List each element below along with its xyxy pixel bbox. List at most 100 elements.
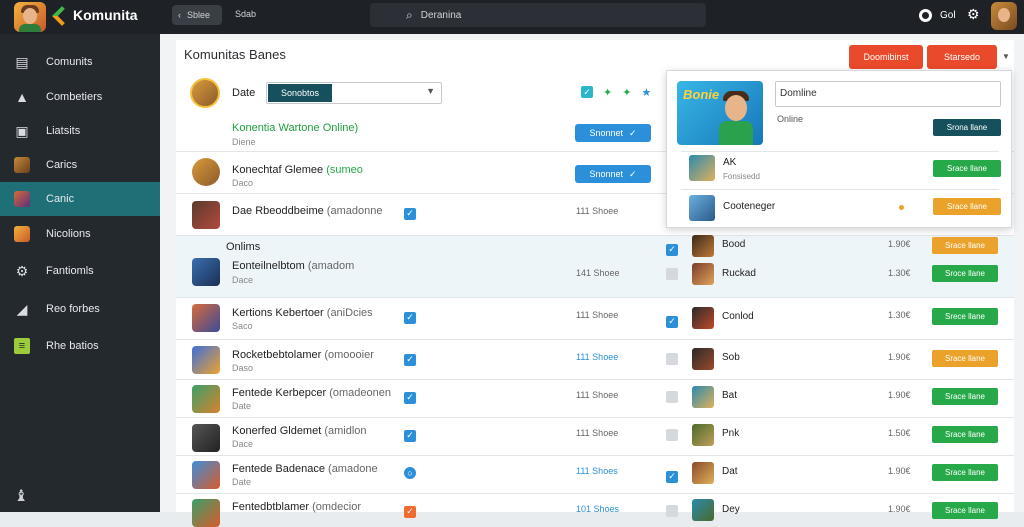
row-checkbox-2[interactable] (666, 352, 678, 370)
popup-item-button[interactable]: Srace llane (933, 160, 1001, 177)
help-icon[interactable]: ♝ (14, 486, 28, 506)
row-action-button[interactable]: Srece llane (932, 308, 998, 325)
sidebar-item-canic[interactable]: Canic (0, 182, 160, 216)
user-avatar[interactable] (991, 2, 1017, 30)
row-checkbox-2[interactable]: ✓ (666, 311, 678, 329)
row-action-button[interactable]: Sroce llane (932, 265, 998, 282)
brand-name: Komunita (73, 7, 138, 23)
popup-item-button[interactable]: Srace llane (933, 198, 1001, 215)
table-row[interactable]: Fentedbtblamer (omdecior ✓ 101 Shoes Dey… (176, 494, 1014, 527)
calendar-icon: ▣ (15, 122, 29, 139)
item-name: Conlod (722, 311, 754, 322)
row-title-text: Fentede Badenace (232, 463, 325, 475)
row-checkbox-2[interactable] (666, 390, 678, 408)
list-icon: ≡ (14, 338, 30, 354)
row-checkbox[interactable]: ○ (404, 463, 416, 481)
row-title-sub: (amidlon (324, 425, 367, 437)
row-checkbox-2[interactable] (666, 504, 678, 522)
row-checkbox-2[interactable]: ✓ (666, 466, 678, 484)
filter-avatar[interactable] (190, 78, 220, 108)
item-name: Dey (722, 504, 740, 515)
item-art-icon (692, 348, 714, 370)
game-art-icon (14, 157, 30, 173)
row-checkbox[interactable]: ✓ (404, 349, 416, 367)
sidebar-item-fantiomls[interactable]: ⚙ Fantiomls (0, 254, 160, 288)
row-checkbox[interactable]: ✓ (404, 203, 416, 221)
secondary-button[interactable]: Starsedo (927, 45, 997, 69)
star-icon[interactable]: ✦ (603, 86, 612, 99)
row-title-text: Konechtaf Glemee (232, 164, 324, 176)
search-input[interactable]: ⌕ Deranina (370, 3, 706, 27)
item-art-icon (692, 263, 714, 285)
row-title: Fentedbtblamer (omdecior (232, 501, 361, 513)
popup-name-field[interactable]: Domline (775, 81, 1001, 107)
game-art-icon (192, 424, 220, 452)
row-title-text: Kertions Kebertoer (232, 307, 324, 319)
sidebar-item-nicolions[interactable]: Nicolions (0, 217, 160, 251)
row-action-button[interactable]: Srace llane (932, 350, 998, 367)
check-icon[interactable]: ✓ (581, 86, 593, 98)
row-action-button[interactable]: Srace llane (932, 388, 998, 405)
row-checkbox[interactable]: ✓ (404, 387, 416, 405)
sidebar-item-carics[interactable]: Carics (0, 148, 160, 182)
row-meta: Date (232, 401, 252, 411)
sidebar-item-rhe-batios[interactable]: ≡ Rhe batios (0, 329, 160, 363)
row-action-button[interactable]: Srace llane (932, 237, 998, 254)
table-row[interactable]: Konerfed Gldemet (amidlon Dace ✓ 111 Sho… (176, 418, 1014, 456)
table-row[interactable]: Rocketbebtolamer (omoooier Daso ✓ 111 Sh… (176, 340, 1014, 380)
primary-button[interactable]: Doomibinst (849, 45, 923, 69)
app-logo-icon[interactable] (14, 2, 46, 32)
sidebar-item-comunits[interactable]: ▤ Comunits (0, 45, 160, 79)
item-art-icon (689, 155, 715, 181)
search-icon: ⌕ (406, 7, 413, 22)
status-pill[interactable]: Snonnet ✓ (575, 124, 651, 142)
sidebar-item-combetiers[interactable]: ▲ Combetiers (0, 80, 160, 114)
status-pill[interactable]: Snonnet ✓ (575, 165, 651, 183)
back-label: Sblee (187, 10, 211, 20)
row-checkbox[interactable]: ✓ (404, 425, 416, 443)
item-art-icon (692, 499, 714, 521)
sidebar-item-liatsits[interactable]: ▣ Liatsits (0, 114, 160, 148)
row-title: Kertions Kebertoer (aniDcies (232, 307, 373, 319)
item-name: Ruckad (722, 268, 756, 279)
home-link[interactable]: Sdab (235, 9, 256, 19)
row-info: 111 Shoee (576, 310, 619, 320)
row-title-text: Rocketbebtolamer (232, 349, 322, 361)
row-action-button[interactable]: Srace llane (932, 502, 998, 519)
row-checkbox-2[interactable] (666, 267, 678, 285)
person-icon: ▲ (15, 89, 29, 105)
row-action-button[interactable]: Srace llane (932, 464, 998, 481)
table-row[interactable]: Eonteilnelbtom (amadom Dace 141 Shoee Ru… (176, 258, 1014, 298)
popup-item-name: Cooteneger (723, 201, 776, 212)
date-select[interactable]: Sonobtos ▼ (266, 82, 442, 104)
game-art-icon (14, 191, 30, 207)
popup-item-meta: Fonsisedd (723, 172, 760, 181)
table-row[interactable]: Fentede Kerbepcer (omadeonen Date ✓ 111 … (176, 380, 1014, 418)
table-row[interactable]: Fentede Badenace (amadone Date ○ 111 Sho… (176, 456, 1014, 494)
item-art-icon (689, 195, 715, 221)
row-checkbox-2[interactable]: ✓ (666, 239, 678, 257)
status-indicator-icon[interactable] (919, 9, 932, 22)
star-icon[interactable]: ★ (641, 86, 651, 99)
table-row[interactable]: Kertions Kebertoer (aniDcies Saco ✓ 111 … (176, 298, 1014, 340)
sidebar-item-label: Comunits (46, 56, 93, 68)
row-meta: Diene (232, 137, 256, 147)
row-action-button[interactable]: Srace llane (932, 426, 998, 443)
chevron-down-icon[interactable]: ▼ (1002, 52, 1010, 61)
row-checkbox[interactable]: ✓ (404, 307, 416, 325)
sidebar-item-reo-forbes[interactable]: ◢ Reo forbes (0, 292, 160, 326)
back-button[interactable]: ‹ Sblee (172, 5, 222, 25)
star-icon[interactable]: ✦ (622, 86, 631, 99)
user-label[interactable]: Gol (940, 10, 956, 21)
check-icon: ✓ (628, 168, 637, 179)
row-info: 111 Shoee (576, 352, 619, 362)
sidebar-item-label: Rhe batios (46, 340, 99, 352)
popup-primary-button[interactable]: Srona llane (933, 119, 1001, 136)
row-checkbox[interactable]: ✓ (404, 501, 416, 519)
pill-label: Snonnet (589, 169, 623, 179)
top-bar: Komunita ‹ Sblee Sdab ⌕ Deranina Gol ⚙ (0, 0, 1024, 34)
game-art-icon (192, 158, 220, 186)
brand[interactable]: Komunita (55, 7, 138, 23)
row-checkbox-2[interactable] (666, 428, 678, 446)
settings-gear-icon[interactable]: ⚙ (967, 6, 980, 23)
